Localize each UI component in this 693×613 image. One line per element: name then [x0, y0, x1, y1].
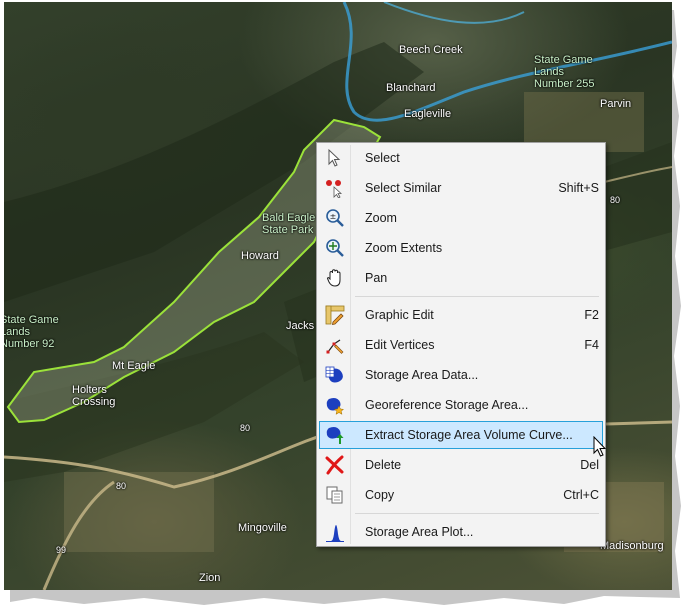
menu-item-zoom[interactable]: ± Zoom [319, 204, 603, 232]
menu-separator [355, 296, 599, 297]
route-80-shield: 80 [610, 195, 621, 205]
copy-pages-icon [326, 486, 343, 504]
menu-item-label: Edit Vertices [365, 338, 435, 352]
menu-item-select-similar[interactable]: Select Similar Shift+S [319, 174, 603, 202]
blob-star-icon [326, 398, 345, 415]
menu-item-label: Delete [365, 458, 402, 472]
menu-item-copy[interactable]: Copy Ctrl+C [319, 481, 603, 509]
menu-item-pan[interactable]: Pan [319, 264, 603, 292]
menu-item-label: Georeference Storage Area... [365, 398, 529, 412]
menu-item-label: Select [365, 151, 400, 165]
map-label-zion: Zion [199, 572, 221, 584]
map-label-blanchard: Blanchard [386, 82, 436, 94]
menu-item-delete[interactable]: Delete Del [319, 451, 603, 479]
menu-item-shortcut: Shift+S [558, 181, 599, 195]
route-99-shield: 99 [56, 545, 67, 555]
menu-separator [355, 513, 599, 514]
red-x-icon [325, 455, 344, 475]
menu-item-storage-area-plot[interactable]: Storage Area Plot... [319, 518, 603, 546]
hand-icon [326, 269, 341, 287]
mouse-pointer-icon [593, 436, 607, 457]
magnifier-arrows-icon [326, 239, 344, 257]
red-dots-cursor-icon [326, 180, 343, 198]
map-label-eagleville: Eagleville [404, 108, 452, 120]
menu-item-shortcut: Del [580, 458, 599, 472]
bell-plot-icon [326, 525, 344, 542]
menu-item-label: Copy [365, 488, 395, 502]
menu-item-storage-area-data[interactable]: Storage Area Data... [319, 361, 603, 389]
map-label-state-game-lands-92: State Game Lands Number 92 [4, 314, 59, 350]
map-label-holters-crossing: Holters Crossing [72, 384, 116, 408]
map-label-bald-eagle-state-park: Bald Eagle State Park [262, 212, 316, 236]
menu-item-label: Zoom [365, 211, 397, 225]
blob-arrow-icon [326, 427, 344, 444]
menu-item-label: Storage Area Plot... [365, 525, 474, 539]
menu-item-shortcut: F2 [584, 308, 599, 322]
context-menu: Select Select Similar Shift+S ± Zoom Zoo… [316, 142, 606, 547]
menu-item-label: Graphic Edit [365, 308, 434, 322]
svg-text:±: ± [330, 212, 337, 221]
menu-item-shortcut: Ctrl+C [563, 488, 599, 502]
map-label-madisonburg: Madisonburg [600, 540, 664, 552]
menu-item-label: Select Similar [365, 181, 442, 195]
map-label-howard: Howard [241, 250, 279, 262]
menu-item-extract-volume-curve[interactable]: Extract Storage Area Volume Curve... [319, 421, 603, 449]
map-label-mt-eagle: Mt Eagle [112, 360, 156, 372]
magnifier-plus-minus-icon: ± [326, 209, 344, 227]
menu-item-label: Zoom Extents [365, 241, 443, 255]
vertices-icon [326, 339, 344, 354]
route-80-shield: 80 [116, 481, 127, 491]
pencil-ruler-icon [325, 305, 345, 325]
arrow-cursor-icon [328, 148, 341, 167]
table-blob-icon [325, 366, 343, 383]
menu-item-graphic-edit[interactable]: Graphic Edit F2 [319, 301, 603, 329]
menu-item-zoom-extents[interactable]: Zoom Extents [319, 234, 603, 262]
route-80-shield: 80 [240, 423, 251, 433]
menu-item-label: Extract Storage Area Volume Curve... [365, 428, 573, 442]
map-label-mingoville: Mingoville [238, 522, 287, 534]
menu-item-label: Storage Area Data... [365, 368, 479, 382]
menu-item-georeference-storage-area[interactable]: Georeference Storage Area... [319, 391, 603, 419]
map-label-jacksonville: Jacks [286, 320, 315, 332]
menu-item-edit-vertices[interactable]: Edit Vertices F4 [319, 331, 603, 359]
map-label-beech-creek: Beech Creek [399, 44, 463, 56]
map-label-parvin: Parvin [600, 98, 632, 110]
menu-item-select[interactable]: Select [319, 144, 603, 172]
menu-item-shortcut: F4 [584, 338, 599, 352]
menu-item-label: Pan [365, 271, 388, 285]
map-label-state-game-lands-255: State Game Lands Number 255 [534, 54, 595, 90]
